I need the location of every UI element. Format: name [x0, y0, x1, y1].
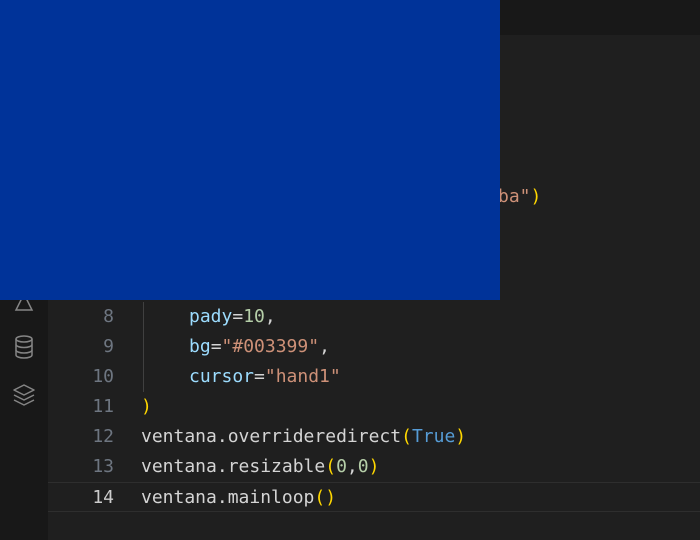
code-token: "hand1"	[264, 366, 341, 387]
tk-window-overlay[interactable]	[0, 0, 500, 300]
code-line-11[interactable]: 11)	[48, 392, 700, 422]
code-line-10[interactable]: 10 cursor="hand1"	[48, 362, 700, 392]
code-token: 0	[357, 456, 369, 477]
code-token: =	[232, 306, 244, 327]
line-number: 14	[92, 487, 114, 508]
code-token: "#003399"	[221, 336, 320, 357]
code-token: )	[141, 396, 152, 417]
line-number: 13	[92, 456, 114, 477]
code-text: bg="#003399",	[189, 332, 330, 362]
code-line-13[interactable]: 13 ventana.resizable(0,0)	[48, 452, 700, 482]
line-number: 9	[103, 336, 114, 357]
code-token: =	[210, 336, 222, 357]
code-text: pady=10,	[189, 302, 276, 332]
code-token: ventana.mainloop	[141, 487, 315, 508]
code-line-14[interactable]: 14 ventana.mainloop()	[48, 482, 700, 512]
code-text: )	[141, 392, 152, 422]
code-token: cursor	[189, 366, 255, 387]
code-token: (	[401, 426, 412, 447]
line-number: 11	[92, 396, 114, 417]
line-number: 8	[103, 306, 114, 327]
code-token: ventana.overrideredirect	[141, 426, 402, 447]
layers-icon[interactable]	[10, 381, 38, 409]
code-text: cursor="hand1"	[189, 362, 341, 392]
line-number: 12	[92, 426, 114, 447]
code-token: bg	[189, 336, 211, 357]
database-icon[interactable]	[10, 333, 38, 361]
code-token: =	[254, 366, 265, 387]
code-text: ventana.mainloop()	[141, 483, 336, 513]
code-token: ventana.resizable	[141, 456, 326, 477]
code-line-8[interactable]: 8 pady=10,	[48, 302, 700, 332]
code-token: ,	[346, 456, 358, 477]
code-token: ,	[319, 336, 330, 357]
code-token: (	[325, 456, 337, 477]
partial-line-fragment: ba")	[498, 186, 542, 207]
code-text: ventana.resizable(0,0)	[141, 452, 379, 482]
vscode-window: ba") 8 pady=10, 9 bg="#003399", 10 cursor="ha…	[0, 0, 700, 540]
code-token: 10	[243, 306, 265, 327]
code-token: pady	[189, 306, 233, 327]
code-token: ()	[314, 487, 337, 508]
code-token: )	[455, 426, 467, 447]
line-number: 10	[92, 366, 114, 387]
code-line-12[interactable]: 12 ventana.overrideredirect(True)	[48, 422, 700, 452]
code-text: ventana.overrideredirect(True)	[141, 422, 466, 452]
code-token: ,	[264, 306, 276, 327]
code-token: 0	[336, 456, 347, 477]
code-token: )	[368, 456, 380, 477]
code-token: True	[411, 426, 456, 447]
code-line-9[interactable]: 9 bg="#003399",	[48, 332, 700, 362]
